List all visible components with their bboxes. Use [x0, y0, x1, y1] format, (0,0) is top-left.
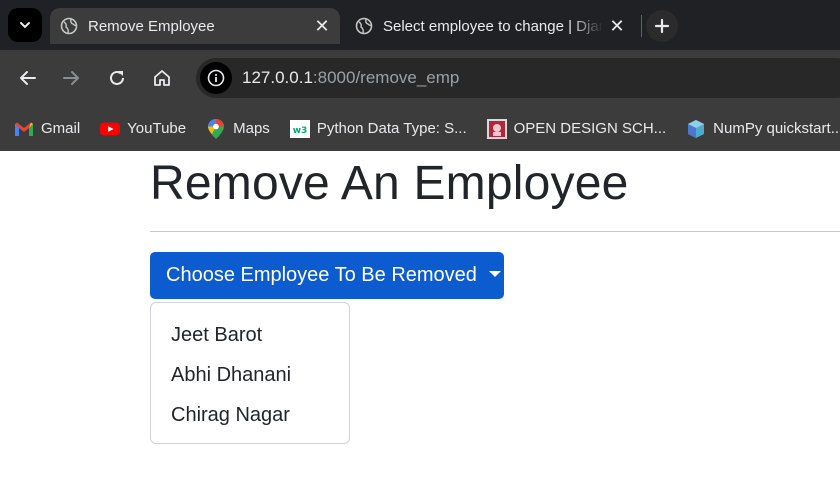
- bookmark-gmail[interactable]: Gmail: [14, 119, 80, 139]
- home-icon: [154, 70, 170, 86]
- browser-tab-strip: Remove Employee ✕ Select employee to cha…: [0, 0, 840, 50]
- url-text: 127.0.0.1:8000/remove_emp: [242, 68, 459, 88]
- tab-close-icon[interactable]: ✕: [603, 12, 631, 40]
- employee-dropdown-menu: Jeet Barot Abhi Dhanani Chirag Nagar: [150, 302, 350, 444]
- back-button[interactable]: [12, 62, 44, 94]
- new-tab-button[interactable]: [646, 10, 678, 42]
- bookmark-label: Gmail: [41, 120, 81, 137]
- bookmark-label: OPEN DESIGN SCH...: [513, 120, 667, 137]
- tab-separator: [641, 15, 642, 37]
- bookmark-python-data-type[interactable]: w3 Python Data Type: S...: [289, 119, 467, 139]
- divider: [150, 231, 840, 232]
- bookmark-youtube[interactable]: YouTube: [100, 119, 186, 139]
- bookmark-numpy[interactable]: NumPy quickstart...: [686, 119, 840, 139]
- dropdown-item-employee[interactable]: Jeet Barot: [151, 315, 349, 355]
- back-arrow-icon: [20, 71, 36, 85]
- bookmark-label: NumPy quickstart...: [713, 120, 840, 137]
- tab-remove-employee[interactable]: Remove Employee ✕: [50, 8, 340, 44]
- w3schools-icon: w3: [289, 119, 310, 139]
- page-content: Remove An Employee Choose Employee To Be…: [0, 151, 840, 492]
- bookmarks-bar: Gmail YouTube Maps w3 Python Data Type: …: [0, 106, 840, 151]
- site-info-button[interactable]: [200, 62, 232, 94]
- tab-title: Select employee to change | Django site …: [383, 17, 603, 35]
- open-design-icon: [486, 118, 507, 139]
- globe-icon: [355, 17, 373, 35]
- globe-icon: [60, 17, 78, 35]
- plus-icon: [654, 18, 670, 34]
- dropdown-item-employee[interactable]: Abhi Dhanani: [151, 355, 349, 395]
- url-path: :8000/remove_emp: [312, 68, 460, 87]
- info-icon: [207, 69, 225, 87]
- forward-arrow-icon: [63, 71, 79, 85]
- home-button[interactable]: [146, 62, 178, 94]
- bookmark-label: YouTube: [127, 120, 187, 137]
- numpy-icon: [686, 119, 706, 139]
- tab-django-admin[interactable]: Select employee to change | Django site …: [345, 8, 635, 44]
- gmail-icon: [14, 119, 34, 139]
- page-title: Remove An Employee: [150, 157, 629, 210]
- address-bar[interactable]: 127.0.0.1:8000/remove_emp: [196, 58, 840, 98]
- tab-title: Remove Employee: [88, 17, 215, 35]
- youtube-icon: [100, 119, 121, 139]
- bookmark-maps[interactable]: Maps: [206, 118, 270, 139]
- choose-employee-dropdown-button[interactable]: Choose Employee To Be Removed: [150, 252, 504, 299]
- forward-button[interactable]: [55, 62, 87, 94]
- reload-icon: [110, 70, 124, 85]
- browser-toolbar: 127.0.0.1:8000/remove_emp: [0, 50, 840, 106]
- tab-search-button[interactable]: [8, 8, 42, 42]
- dropdown-label: Choose Employee To Be Removed: [166, 264, 477, 286]
- svg-text:w3: w3: [293, 126, 308, 136]
- maps-icon: [206, 118, 226, 139]
- bookmark-open-design[interactable]: OPEN DESIGN SCH...: [486, 118, 667, 139]
- bookmark-label: Python Data Type: S...: [316, 120, 467, 137]
- tab-close-icon[interactable]: ✕: [308, 12, 336, 40]
- dropdown-item-employee[interactable]: Chirag Nagar: [151, 395, 349, 435]
- bookmark-label: Maps: [233, 120, 270, 137]
- url-host: 127.0.0.1: [242, 68, 313, 87]
- reload-button[interactable]: [101, 62, 133, 94]
- chevron-down-icon: [20, 22, 30, 29]
- caret-down-icon: [488, 270, 501, 277]
